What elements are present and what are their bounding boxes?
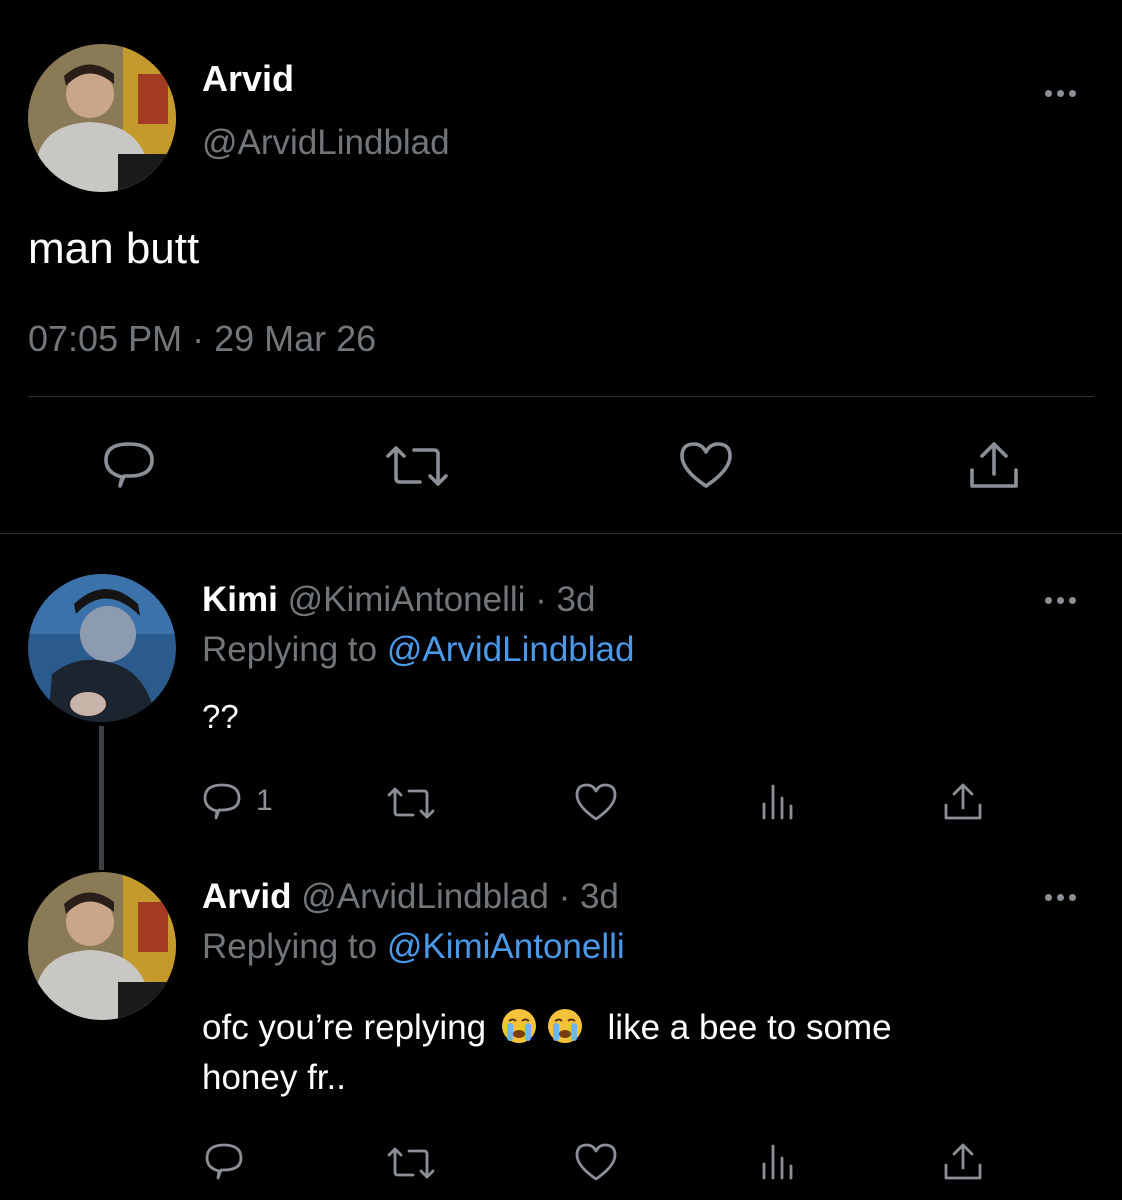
tweet-text: man butt bbox=[28, 224, 200, 273]
crying-face-emoji bbox=[546, 1007, 584, 1056]
avatar[interactable] bbox=[28, 872, 176, 1020]
reply-text: ofc you’re replying like a bee to some h… bbox=[202, 1006, 892, 1100]
author-name[interactable]: Arvid bbox=[202, 58, 294, 100]
more-icon[interactable] bbox=[1045, 894, 1076, 901]
reply-age: · 3d bbox=[558, 877, 619, 916]
more-icon[interactable] bbox=[1045, 90, 1076, 97]
more-icon[interactable] bbox=[1045, 597, 1076, 604]
divider bbox=[0, 533, 1122, 534]
author-handle[interactable]: @ArvidLindblad bbox=[301, 877, 549, 916]
reply-icon[interactable] bbox=[202, 782, 242, 822]
retweet-icon[interactable] bbox=[386, 1146, 436, 1180]
reply-text-part: ofc you’re replying bbox=[202, 1008, 487, 1047]
reply-header: Arvid @ArvidLindblad · 3d bbox=[202, 877, 619, 917]
reply-header: Kimi @KimiAntonelli · 3d bbox=[202, 580, 595, 620]
reply-text: ?? bbox=[202, 698, 239, 735]
analytics-icon[interactable] bbox=[760, 780, 796, 820]
share-icon[interactable] bbox=[942, 782, 984, 822]
crying-face-emoji bbox=[500, 1007, 538, 1056]
replying-prefix: Replying to bbox=[202, 927, 378, 966]
replying-to-line: Replying to @ArvidLindblad bbox=[202, 630, 634, 670]
replying-to-mention[interactable]: @ArvidLindblad bbox=[387, 630, 635, 669]
like-icon[interactable] bbox=[574, 1142, 618, 1182]
replying-prefix: Replying to bbox=[202, 630, 378, 669]
reply-icon[interactable] bbox=[102, 440, 156, 490]
replying-to-mention[interactable]: @KimiAntonelli bbox=[387, 927, 625, 966]
retweet-icon[interactable] bbox=[384, 444, 450, 488]
reply-count: 1 bbox=[256, 784, 273, 817]
like-icon[interactable] bbox=[574, 782, 618, 822]
author-name[interactable]: Arvid bbox=[202, 877, 291, 916]
retweet-icon[interactable] bbox=[386, 786, 436, 820]
reply-icon[interactable] bbox=[204, 1142, 244, 1182]
divider bbox=[28, 396, 1094, 397]
like-icon[interactable] bbox=[678, 440, 734, 490]
reply-age: · 3d bbox=[535, 580, 596, 619]
share-icon[interactable] bbox=[942, 1142, 984, 1182]
author-name[interactable]: Kimi bbox=[202, 580, 278, 619]
tweet-timestamp: 07:05 PM · 29 Mar 26 bbox=[28, 318, 377, 359]
replying-to-line: Replying to @KimiAntonelli bbox=[202, 927, 625, 967]
author-handle[interactable]: @ArvidLindblad bbox=[202, 123, 450, 163]
avatar[interactable] bbox=[28, 574, 176, 722]
avatar[interactable] bbox=[28, 44, 176, 192]
share-icon[interactable] bbox=[966, 440, 1022, 492]
thread-line bbox=[99, 726, 104, 870]
analytics-icon[interactable] bbox=[760, 1140, 796, 1180]
reply-text-part: honey fr.. bbox=[202, 1058, 346, 1097]
author-handle[interactable]: @KimiAntonelli bbox=[288, 580, 526, 619]
reply-text-part: like a bee to some bbox=[607, 1008, 892, 1047]
